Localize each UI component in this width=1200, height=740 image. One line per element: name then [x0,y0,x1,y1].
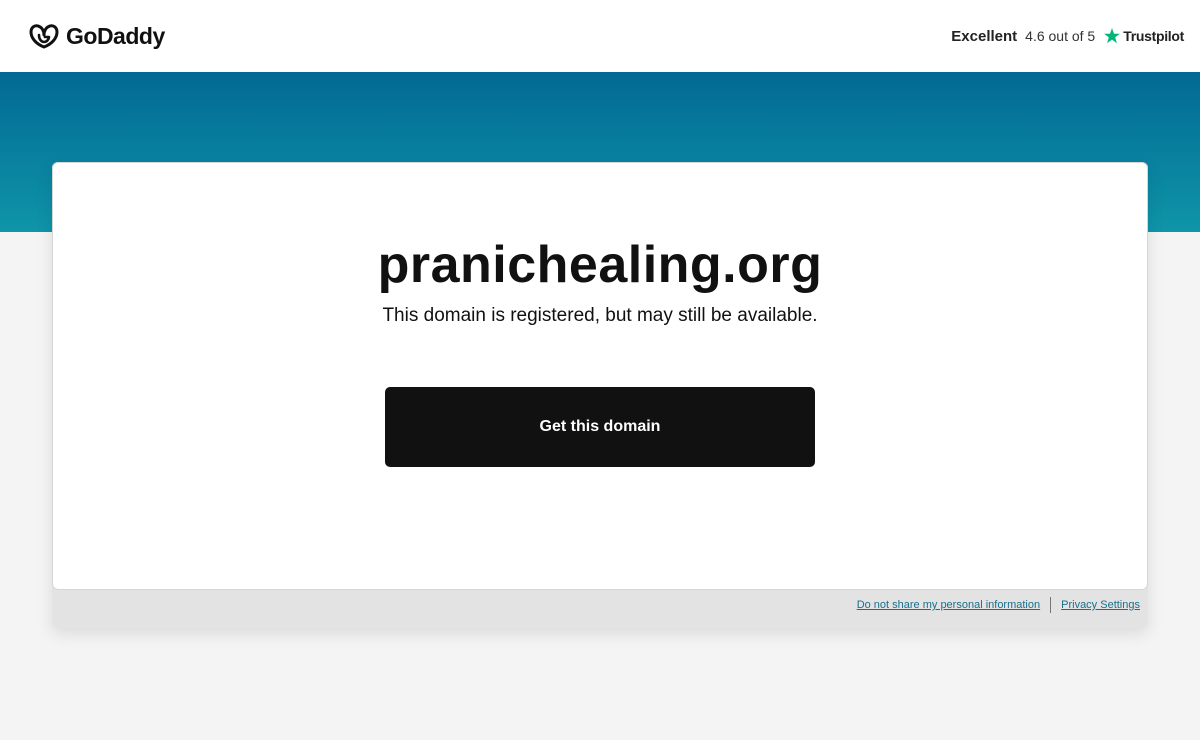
get-domain-button[interactable]: Get this domain [385,387,815,467]
trustpilot-logo: Trustpilot [1103,27,1184,45]
brand-name: GoDaddy [66,22,165,49]
footer-links: Do not share my personal information Pri… [857,597,1140,613]
rating-score: 4.6 out of 5 [1025,28,1096,44]
trustpilot-star-icon [1104,28,1121,44]
godaddy-logo[interactable]: GoDaddy [28,22,165,50]
domain-status-text: This domain is registered, but may still… [382,305,818,326]
trustpilot-rating[interactable]: Excellent 4.6 out of 5 Trustpilot [951,27,1184,45]
privacy-settings-link[interactable]: Privacy Settings [1061,599,1140,611]
do-not-share-link[interactable]: Do not share my personal information [857,599,1040,611]
godaddy-logo-icon [29,24,59,49]
rating-label: Excellent [951,27,1018,45]
trustpilot-name: Trustpilot [1123,28,1184,44]
footer-divider [1050,597,1052,613]
domain-name: pranichealing.org [377,236,823,294]
domain-card: pranichealing.org This domain is registe… [52,162,1148,590]
top-header: GoDaddy Excellent 4.6 out of 5 Trustpilo… [0,0,1200,72]
